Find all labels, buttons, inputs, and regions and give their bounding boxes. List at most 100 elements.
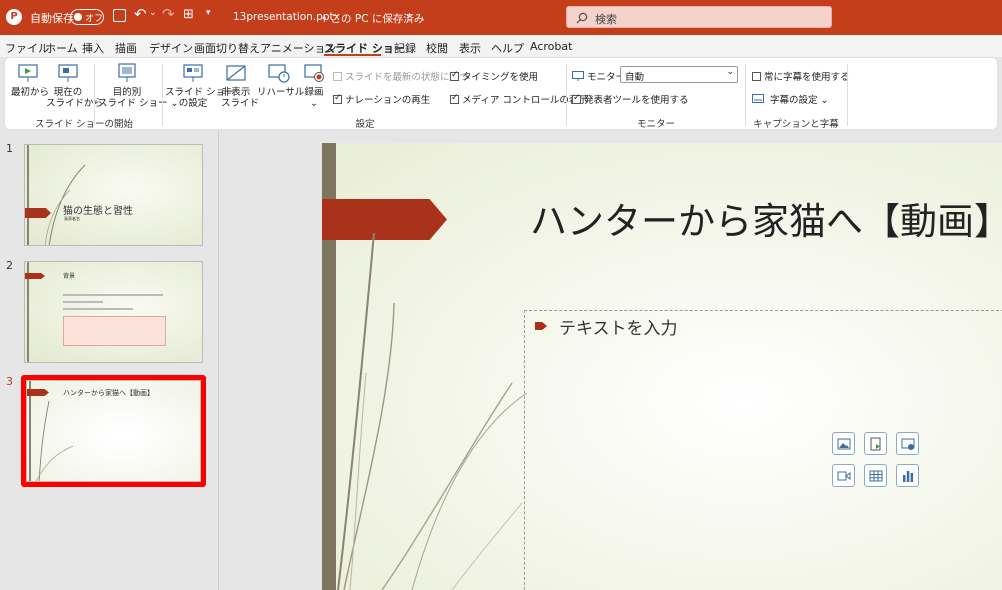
setup-label-1: スライド ショー <box>165 87 235 98</box>
autosave-toggle[interactable]: オフ <box>70 9 104 25</box>
monitor-group-label: モニター <box>636 119 675 130</box>
online-picture-icon <box>901 438 915 450</box>
record-label-2: ⌄ <box>310 98 318 109</box>
tab-help[interactable]: ヘルプ <box>491 40 524 56</box>
checkbox-label: メディア コントロールの表示 <box>462 95 588 106</box>
custom-slideshow-icon <box>118 63 136 82</box>
setup-slideshow-icon <box>183 64 203 82</box>
from-beginning-label: 最初から <box>11 87 50 98</box>
tab-transitions[interactable]: 画面切り替え <box>194 40 260 56</box>
tab-view[interactable]: 表示 <box>459 40 481 56</box>
thumbnail-number: 1 <box>6 142 13 155</box>
tab-record[interactable]: 記録 <box>394 40 416 56</box>
powerpoint-logo-icon: P <box>6 9 22 25</box>
tab-file[interactable]: ファイル <box>5 40 49 56</box>
title-bar: P 自動保存 オフ ↶ ⌄ ↷ ⊞ ▾ 13presentation.pptx … <box>0 0 1002 35</box>
slide-thumbnail-3[interactable]: ハンターから家猫へ【動画】 <box>26 380 201 482</box>
redo-icon[interactable]: ↷ <box>162 5 175 23</box>
slide-canvas[interactable]: ハンターから家猫へ【動画】 テキストを入力 <box>322 143 1002 590</box>
monitor-select[interactable]: 自動 ⌄ <box>620 66 738 83</box>
insert-stock-images-button[interactable] <box>864 432 887 455</box>
placeholder-text[interactable]: テキストを入力 <box>559 314 678 339</box>
checkbox-label: 発表者ツールを使用する <box>584 95 689 106</box>
present-from-beginning-icon[interactable]: ⊞ <box>183 7 194 22</box>
tab-draw[interactable]: 描画 <box>115 40 137 56</box>
record-icon <box>304 64 324 82</box>
slide-thumbnail-2[interactable]: 背景 <box>24 261 203 363</box>
tab-insert[interactable]: 挿入 <box>82 40 104 56</box>
checkbox-box <box>333 93 342 104</box>
insert-picture-button[interactable] <box>832 432 855 455</box>
ribbon: 最初から 現在の スライドから 目的別 スライド ショー ⌄ スライド ショーの… <box>4 57 998 130</box>
table-icon <box>869 470 883 482</box>
custom-label-1: 目的別 <box>112 87 142 98</box>
hide-label-2: スライド <box>221 98 260 109</box>
save-icon[interactable] <box>113 9 126 22</box>
thumbnail-number: 3 <box>6 375 13 388</box>
from-current-label-1: 現在の <box>53 87 83 98</box>
separator <box>847 64 848 126</box>
from-current-label-2: スライドから <box>46 98 104 109</box>
thumbnail-title: 背景 <box>63 273 76 280</box>
rehearse-button[interactable]: リハーサル <box>257 62 304 98</box>
record-button[interactable]: 録画 ⌄ <box>301 62 327 109</box>
slide-thumbnail-1[interactable]: 猫の生態と習性 発表者名 <box>24 144 203 246</box>
hide-slide-icon <box>226 65 246 81</box>
captions-group-label: キャプションと字幕 <box>753 119 839 130</box>
keep-slides-updated-checkbox[interactable]: スライドを最新の状態に保つ <box>333 69 469 83</box>
from-beginning-button[interactable]: 最初から <box>11 62 50 98</box>
search-box[interactable]: 検索 <box>566 6 832 28</box>
toggle-label: オフ <box>85 14 104 24</box>
insert-table-button[interactable] <box>864 464 887 487</box>
thumbnail-title: 猫の生態と習性 <box>63 206 133 217</box>
tab-acrobat[interactable]: Acrobat <box>530 40 572 53</box>
toggle-knob <box>74 13 82 21</box>
file-chevron-icon[interactable]: ⌄ <box>404 7 413 20</box>
subtitle-settings-button[interactable]: 字幕の設定 ⌄ <box>752 92 829 106</box>
hide-slide-button[interactable]: 非表示 スライド <box>221 62 260 109</box>
checkbox-label: タイミングを使用 <box>462 72 539 83</box>
slide-title[interactable]: ハンターから家猫へ【動画】 <box>530 191 1002 245</box>
record-label-1: 録画 <box>304 87 324 98</box>
thumbnail-number: 2 <box>6 259 13 272</box>
custom-label-2: スライド ショー ⌄ <box>98 98 179 109</box>
undo-icon[interactable]: ↶ <box>134 5 147 23</box>
checkbox-label: 常に字幕を使用する <box>764 72 850 83</box>
always-use-subtitles-checkbox[interactable]: 常に字幕を使用する <box>752 69 850 83</box>
image-icon <box>837 438 851 450</box>
subtitle-settings-label: 字幕の設定 ⌄ <box>770 95 829 106</box>
slideshow-current-icon <box>58 64 78 82</box>
chevron-down-icon: ⌄ <box>726 67 734 77</box>
use-presenter-view-checkbox[interactable]: 発表者ツールを使用する <box>572 92 689 106</box>
stock-images-icon <box>870 437 881 451</box>
search-icon <box>576 12 588 24</box>
setup-slideshow-button[interactable]: スライド ショー の設定 <box>165 62 235 109</box>
insert-online-picture-button[interactable] <box>896 432 919 455</box>
ribbon-tabs: ファイル ホーム 挿入 描画 デザイン 画面切り替え アニメーション スライド … <box>0 35 1002 57</box>
content-placeholder[interactable]: テキストを入力 <box>524 310 1002 590</box>
use-timings-checkbox[interactable]: タイミングを使用 <box>450 69 538 83</box>
undo-dropdown-icon[interactable]: ⌄ <box>149 8 157 18</box>
checkbox-box <box>752 72 761 81</box>
customize-toolbar-icon[interactable]: ▾ <box>206 8 211 18</box>
custom-slideshow-button[interactable]: 目的別 スライド ショー ⌄ <box>98 62 179 109</box>
insert-video-button[interactable] <box>832 464 855 487</box>
play-narrations-checkbox[interactable]: ナレーションの再生 <box>333 92 430 106</box>
checkbox-box <box>572 93 581 104</box>
monitor-icon <box>572 71 584 81</box>
tab-home[interactable]: ホーム <box>45 40 78 56</box>
separator <box>162 64 163 126</box>
video-icon <box>837 471 851 481</box>
insert-chart-button[interactable] <box>896 464 919 487</box>
show-media-controls-checkbox[interactable]: メディア コントロールの表示 <box>450 92 588 106</box>
slideshow-play-icon <box>18 64 38 82</box>
thumbnail-arrow <box>25 273 45 279</box>
rehearse-timings-icon <box>268 64 290 83</box>
checkbox-box <box>333 72 342 81</box>
tab-review[interactable]: 校閲 <box>426 40 448 56</box>
autosave-label: 自動保存 <box>30 12 74 25</box>
subtitle-settings-icon <box>752 94 764 103</box>
tab-design[interactable]: デザイン <box>149 40 193 56</box>
monitor-select-value: 自動 <box>625 72 645 83</box>
from-current-button[interactable]: 現在の スライドから <box>46 62 104 109</box>
